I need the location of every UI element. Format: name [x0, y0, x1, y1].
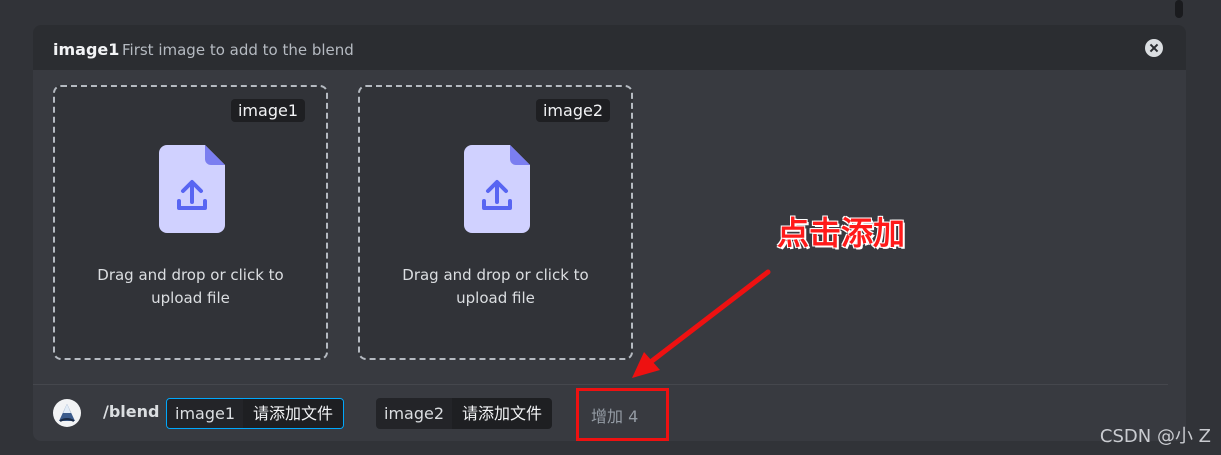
scrollbar[interactable] — [1175, 0, 1203, 455]
close-icon[interactable] — [1145, 39, 1163, 57]
option-chip-image1[interactable]: image1 请添加文件 — [166, 398, 345, 429]
file-upload-icon — [159, 145, 225, 233]
file-upload-icon — [464, 145, 530, 233]
bot-avatar — [53, 399, 81, 427]
upload-tag: image1 — [230, 99, 305, 122]
option-name: image1 — [53, 40, 120, 59]
upload-instructions: Drag and drop or click to upload file — [97, 266, 284, 307]
panel-header: image1 First image to add to the blend — [33, 25, 1186, 70]
option-key: image2 — [376, 398, 453, 429]
option-description: First image to add to the blend — [122, 41, 354, 59]
upload-dropzone-image2[interactable]: image2 Drag and drop or click to upload … — [358, 85, 633, 360]
option-chip-image2[interactable]: image2 请添加文件 — [376, 398, 553, 429]
option-value: 请添加文件 — [452, 398, 553, 429]
command-name: /blend — [103, 402, 160, 421]
upload-dropzone-image1[interactable]: image1 Drag and drop or click to upload … — [53, 85, 328, 360]
scrollbar-thumb[interactable] — [1175, 0, 1183, 18]
option-value: 请添加文件 — [243, 399, 344, 428]
annotation-highlight-box — [576, 388, 669, 441]
annotation-text: 点击添加 — [777, 214, 906, 252]
watermark: CSDN @小 Z — [1099, 426, 1211, 447]
option-key: image1 — [167, 399, 244, 428]
option-panel: image1 First image to add to the blend i… — [33, 25, 1186, 441]
upload-tag: image2 — [535, 99, 610, 122]
upload-instructions: Drag and drop or click to upload file — [402, 266, 589, 307]
